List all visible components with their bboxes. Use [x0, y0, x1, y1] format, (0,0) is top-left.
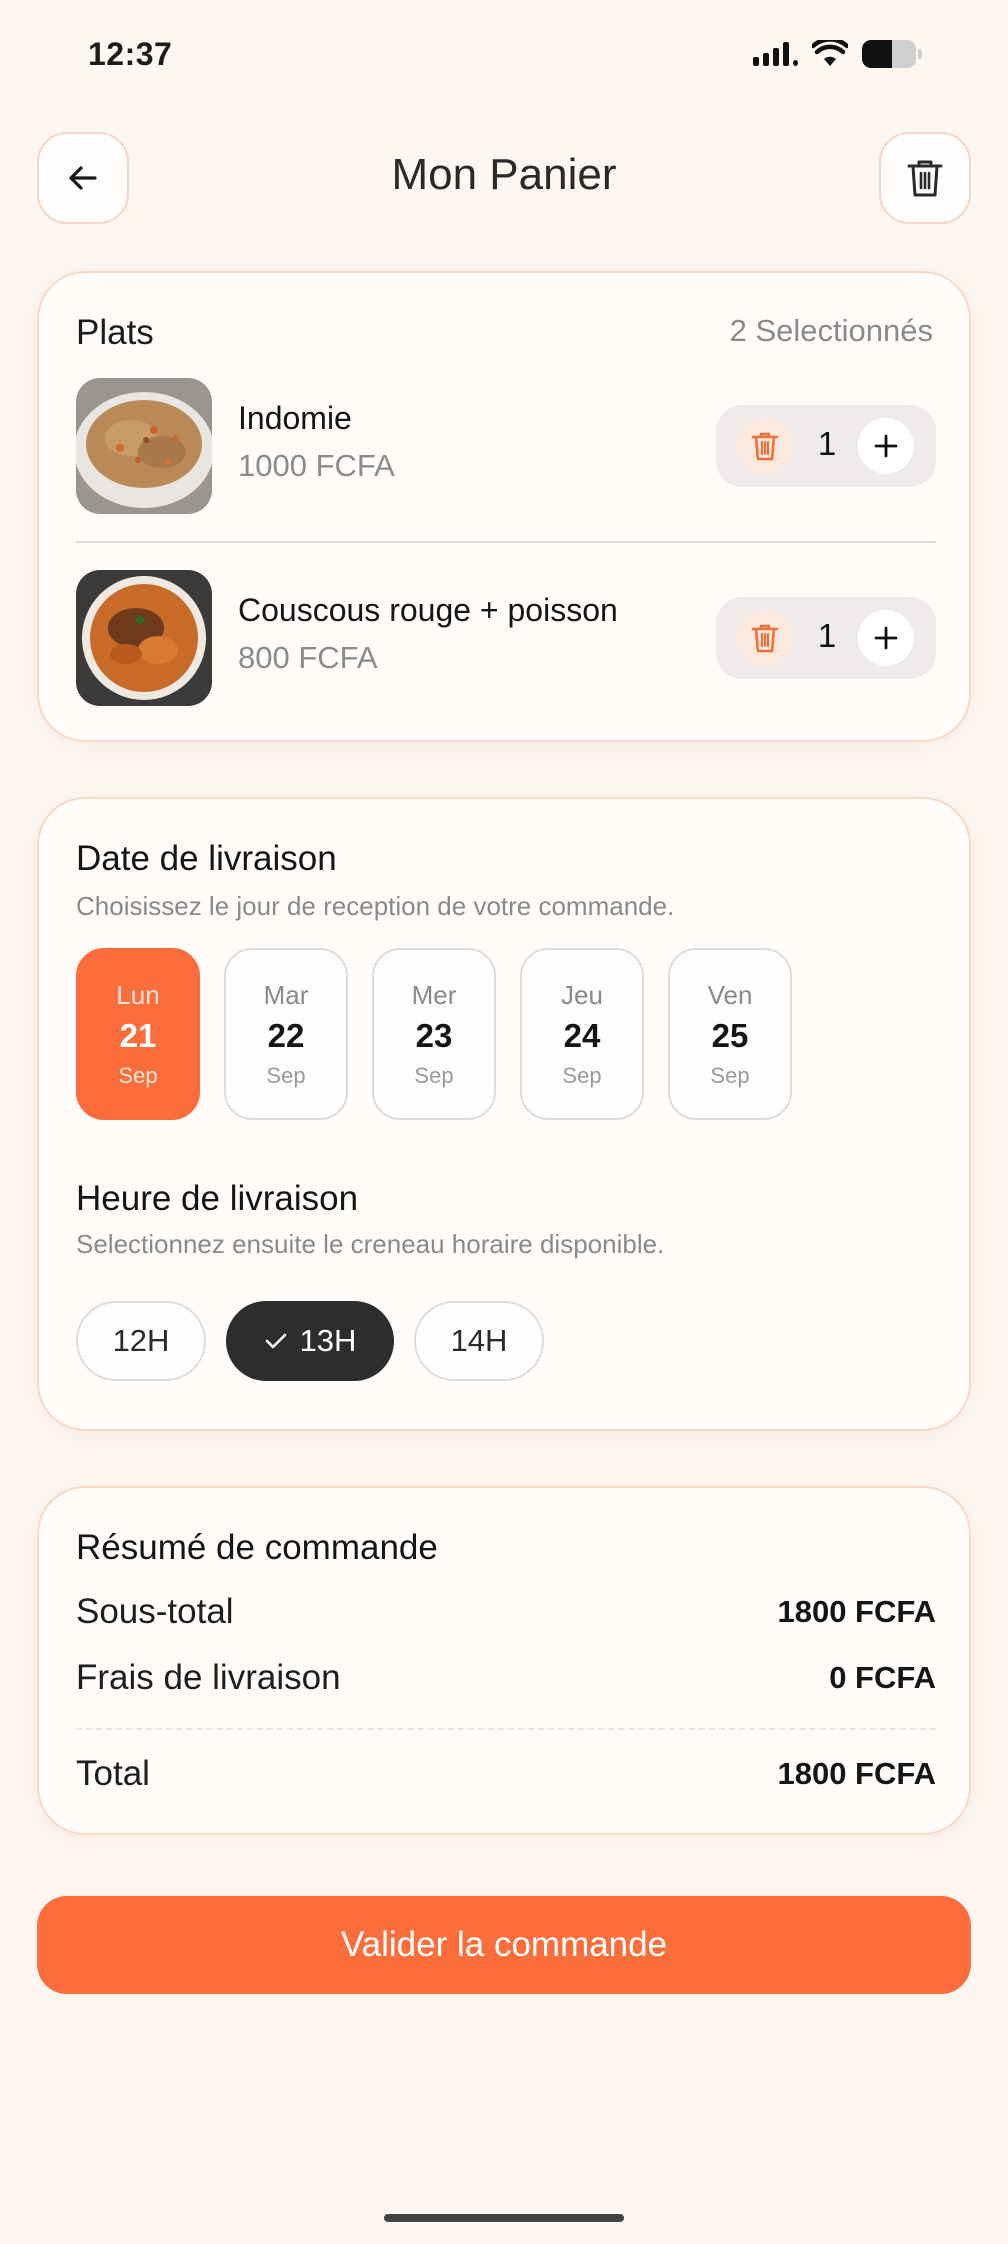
- home-indicator[interactable]: [384, 2214, 624, 2222]
- day-number: 21: [119, 1017, 157, 1054]
- wifi-icon: [812, 40, 848, 66]
- date-option-3[interactable]: Jeu 24 Sep: [520, 948, 644, 1120]
- status-time: 12:37: [88, 36, 173, 72]
- status-icons: [753, 40, 922, 68]
- increase-quantity-button[interactable]: [858, 418, 914, 474]
- cart-item: Couscous rouge + poisson 800 FCFA 1: [76, 570, 936, 706]
- plats-title: Plats: [76, 313, 154, 352]
- day-name: Mar: [263, 980, 309, 1010]
- day-name: Mer: [411, 980, 457, 1010]
- subtotal-value: 1800 FCFA: [777, 1594, 936, 1629]
- dish-image-indomie: [76, 378, 212, 514]
- validate-order-button[interactable]: Valider la commande: [37, 1896, 971, 1994]
- cart-item: Indomie 1000 FCFA 1: [76, 378, 936, 514]
- item-name: Couscous rouge + poisson: [238, 592, 618, 628]
- quantity-value: 1: [817, 425, 837, 462]
- item-price: 1000 FCFA: [238, 448, 395, 483]
- delivery-card: Date de livraison Choisissez le jour de …: [37, 797, 971, 1431]
- remove-item-button[interactable]: [737, 418, 793, 474]
- date-option-2[interactable]: Mer 23 Sep: [372, 948, 496, 1120]
- item-price: 800 FCFA: [238, 640, 378, 675]
- time-slot-label: 14H: [450, 1323, 508, 1358]
- total-label: Total: [76, 1754, 150, 1793]
- day-number: 22: [267, 1017, 305, 1054]
- status-bar: 12:37: [0, 0, 1008, 110]
- subtotal-label: Sous-total: [76, 1592, 234, 1631]
- date-picker: Lun 21 Sep Mar 22 Sep Mer 23 Sep Jeu 24 …: [76, 948, 792, 1120]
- clear-cart-button[interactable]: [879, 132, 971, 224]
- day-name: Jeu: [561, 980, 603, 1010]
- date-option-4[interactable]: Ven 25 Sep: [668, 948, 792, 1120]
- selected-count: 2 Selectionnés: [729, 313, 933, 348]
- delivery-date-subtitle: Choisissez le jour de reception de votre…: [76, 891, 675, 921]
- day-number: 25: [711, 1017, 749, 1054]
- increase-quantity-button[interactable]: [858, 610, 914, 666]
- plus-icon: [874, 626, 898, 650]
- day-name: Lun: [116, 980, 160, 1010]
- page-title: Mon Panier: [391, 150, 617, 199]
- day-number: 24: [563, 1017, 601, 1054]
- battery-icon: [862, 40, 922, 68]
- time-slot-14h[interactable]: 14H: [414, 1301, 544, 1381]
- cellular-signal-icon: [753, 42, 798, 66]
- dish-image-couscous: [76, 570, 212, 706]
- delivery-fee-row: Frais de livraison 0 FCFA: [76, 1658, 936, 1698]
- summary-title: Résumé de commande: [76, 1528, 438, 1567]
- delivery-hour-subtitle: Selectionnez ensuite le creneau horaire …: [76, 1229, 665, 1259]
- time-slot-12h[interactable]: 12H: [76, 1301, 206, 1381]
- item-divider: [76, 541, 936, 543]
- order-summary-card: Résumé de commande Sous-total 1800 FCFA …: [37, 1486, 971, 1835]
- day-month: Sep: [266, 1063, 306, 1088]
- day-month: Sep: [710, 1063, 750, 1088]
- summary-divider: [76, 1728, 936, 1730]
- quantity-value: 1: [817, 617, 837, 654]
- time-slot-picker: 12H 13H 14H: [76, 1301, 544, 1381]
- date-option-0[interactable]: Lun 21 Sep: [76, 948, 200, 1120]
- trash-icon: [907, 160, 943, 197]
- trash-icon: [751, 432, 779, 461]
- date-option-1[interactable]: Mar 22 Sep: [224, 948, 348, 1120]
- quantity-stepper: 1: [716, 597, 936, 679]
- cart-items-card: Plats 2 Selectionnés Indomie 1000 FCFA 1…: [37, 271, 971, 742]
- delivery-fee-value: 0 FCFA: [829, 1660, 936, 1695]
- day-month: Sep: [414, 1063, 454, 1088]
- time-slot-label: 13H: [299, 1323, 357, 1358]
- time-slot-label: 12H: [112, 1323, 170, 1358]
- total-value: 1800 FCFA: [777, 1756, 936, 1791]
- day-month: Sep: [562, 1063, 602, 1088]
- delivery-fee-label: Frais de livraison: [76, 1658, 341, 1697]
- delivery-hour-title: Heure de livraison: [76, 1179, 359, 1218]
- item-name: Indomie: [238, 400, 352, 436]
- day-month: Sep: [118, 1063, 158, 1088]
- delivery-date-title: Date de livraison: [76, 839, 337, 878]
- checkmark-icon: [265, 1333, 286, 1349]
- plus-icon: [874, 434, 898, 458]
- trash-icon: [751, 624, 779, 653]
- total-row: Total 1800 FCFA: [76, 1754, 936, 1794]
- quantity-stepper: 1: [716, 405, 936, 487]
- time-slot-13h[interactable]: 13H: [226, 1301, 394, 1381]
- day-number: 23: [415, 1017, 453, 1054]
- day-name: Ven: [707, 980, 753, 1010]
- subtotal-row: Sous-total 1800 FCFA: [76, 1592, 936, 1632]
- remove-item-button[interactable]: [737, 610, 793, 666]
